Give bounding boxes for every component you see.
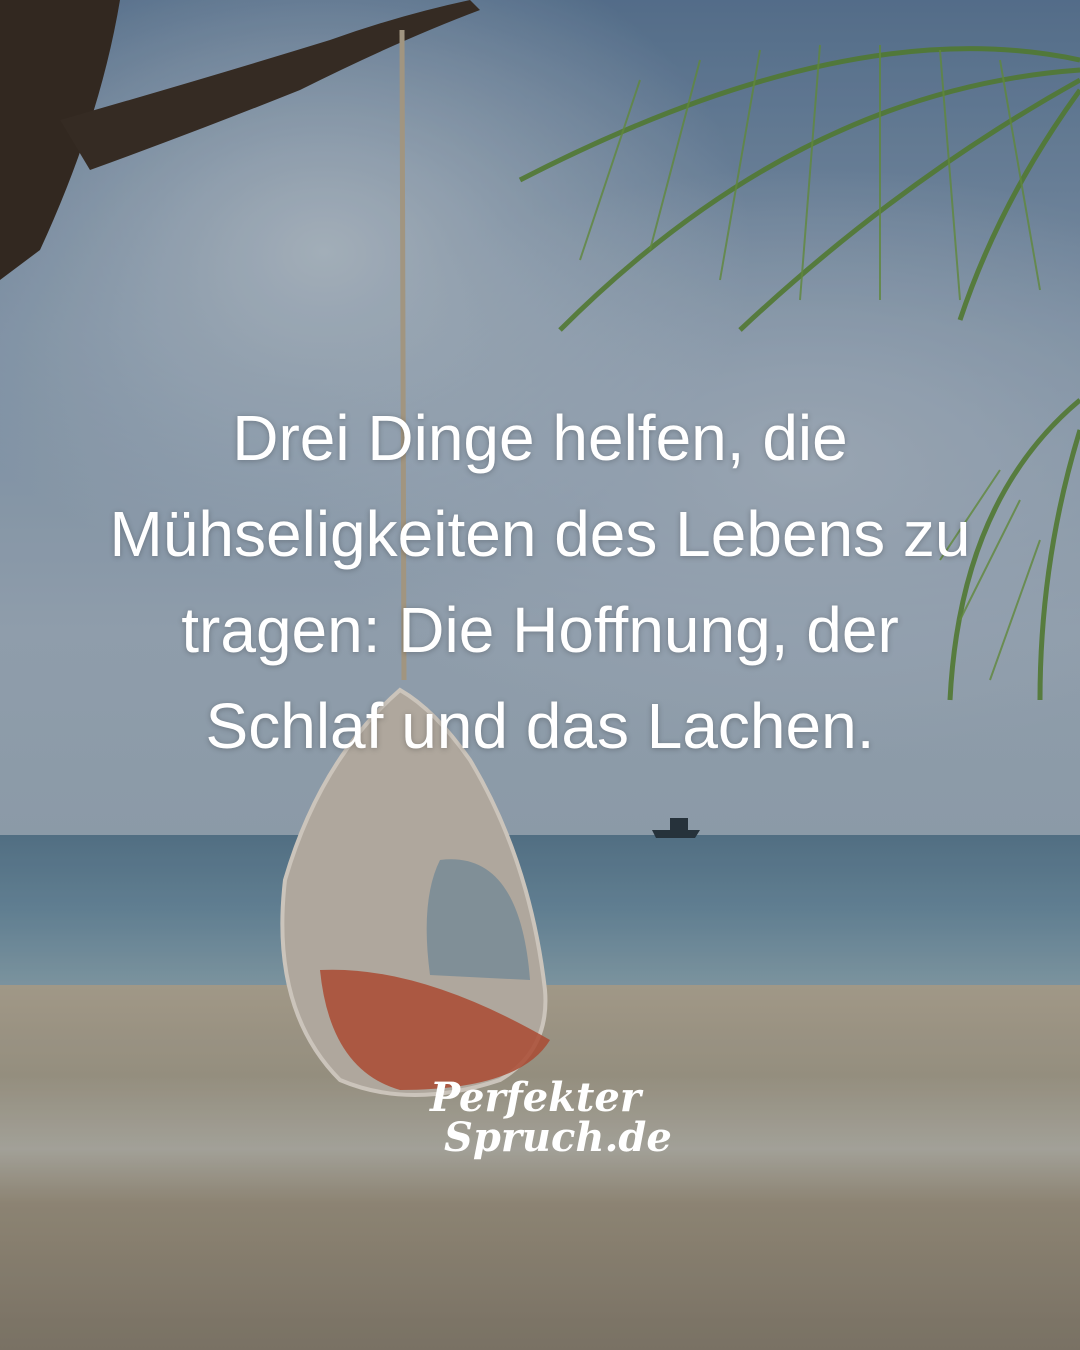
quote-line: tragen: Die Hoffnung, der [181, 594, 899, 666]
brand-logo: Perfekter Spruch.de [430, 1074, 672, 1161]
quote-line: Schlaf und das Lachen. [205, 690, 875, 762]
quote-line: Mühseligkeiten des Lebens zu [109, 498, 971, 570]
quote-line: Drei Dinge helfen, die [232, 402, 848, 474]
logo-line-1: Perfekter [430, 1074, 641, 1121]
quote-text: Drei Dinge helfen, die Mühseligkeiten de… [40, 390, 1040, 774]
logo-line-2: Spruch.de [444, 1114, 672, 1161]
